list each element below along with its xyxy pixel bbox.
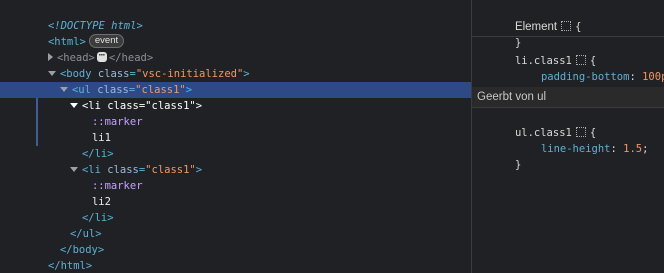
element-style-close: } xyxy=(477,19,521,49)
li2-attr-value: "class1" xyxy=(145,164,196,176)
li1-attr-value: "class1" xyxy=(145,100,196,112)
html-close-node[interactable]: </html> xyxy=(10,242,92,272)
ul-close-node[interactable]: </ul> xyxy=(32,210,102,240)
li1-tag-end: > xyxy=(195,100,203,112)
rule2-property[interactable]: line-height xyxy=(541,143,611,155)
li1-close-node[interactable]: </li> xyxy=(44,130,114,160)
grid-icon[interactable] xyxy=(561,21,572,31)
rule1-property[interactable]: padding-bottom xyxy=(541,71,630,83)
li2-tag-end: > xyxy=(195,164,203,176)
open-brace: { xyxy=(575,21,582,33)
li1-text-node[interactable]: li1 xyxy=(54,114,111,144)
semicolon: ; xyxy=(642,143,649,155)
rule1-declaration[interactable]: padding-bottom: 100pt; xyxy=(503,53,664,83)
li2-close-node[interactable]: </li> xyxy=(44,194,114,224)
rule-separator xyxy=(472,107,664,108)
rule2-close: } xyxy=(477,141,521,171)
li2-node[interactable]: <li class="class1"> xyxy=(32,146,202,176)
rule2-value[interactable]: 1.5 xyxy=(623,143,642,155)
ul-node[interactable]: <ul class="class1"> xyxy=(22,66,192,96)
body-close-node[interactable]: </body> xyxy=(22,226,104,256)
rule1-value[interactable]: 100pt xyxy=(642,71,664,83)
rule2-selector-line[interactable]: ul.class1{ xyxy=(477,109,596,139)
dom-tree-panel: <!DOCTYPE html> <html> event <head> ⋯ </hea… xyxy=(0,0,471,273)
rule1-close: } xyxy=(477,69,521,99)
colon: : xyxy=(629,71,636,83)
rule1-selector-line[interactable]: li.class1{ xyxy=(477,37,596,67)
element-style-rule[interactable]: Element { xyxy=(477,3,581,33)
rule-ul-class1: ul.class1{ line-height: 1.5; } xyxy=(472,109,664,171)
html-node[interactable]: <html> event xyxy=(10,18,125,48)
li2-text-node[interactable]: li2 xyxy=(54,178,111,208)
html-close-tag: </html> xyxy=(47,260,93,272)
rule2-declaration[interactable]: line-height: 1.5; xyxy=(503,125,649,155)
rule-li-class1: li.class1{ padding-bottom: 100pt; } xyxy=(472,37,664,99)
li1-node-selected[interactable]: <li class="class1"> xyxy=(32,82,202,112)
doctype-node[interactable]: <!DOCTYPE html> xyxy=(10,2,143,32)
body-node[interactable]: <body class="vsc-initialized"> xyxy=(10,50,250,80)
head-node[interactable]: <head> ⋯ </head> xyxy=(10,34,153,64)
element-style-label: Element xyxy=(514,21,558,33)
devtools-elements-panel: <!DOCTYPE html> <html> event <head> ⋯ </hea… xyxy=(0,0,664,273)
inherited-from-header: Geerbt von ul xyxy=(472,87,664,107)
colon: : xyxy=(610,143,617,155)
li2-marker-node[interactable]: ::marker xyxy=(54,162,143,192)
body-tag-end: > xyxy=(243,68,250,80)
close-brace: } xyxy=(514,159,522,171)
li1-marker-node[interactable]: ::marker xyxy=(54,98,143,128)
